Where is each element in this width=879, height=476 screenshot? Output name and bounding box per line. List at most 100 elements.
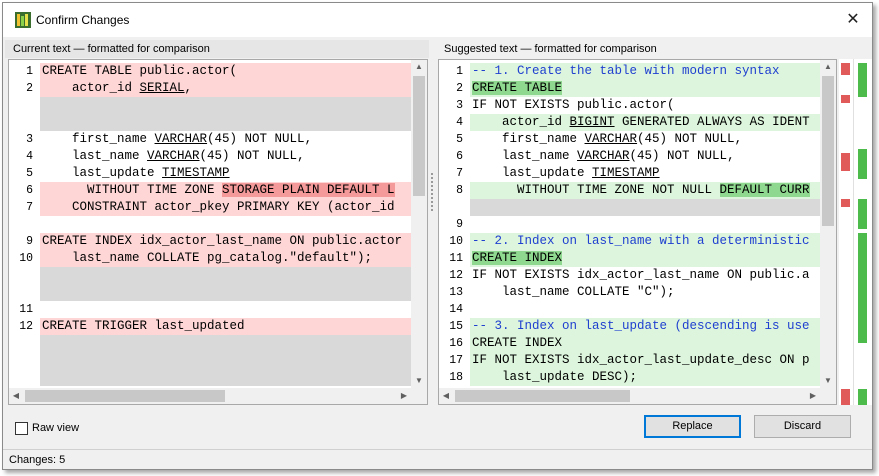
diff-overview-bar[interactable] [839,59,872,405]
diff-marker-inserted[interactable] [858,233,867,343]
line-code[interactable] [470,216,820,233]
code-line: 15 -- 3. Index on last_update (descending… [439,318,820,335]
close-button[interactable]: ✕ [838,7,868,33]
confirm-changes-dialog: Confirm Changes ✕ Current text — formatt… [2,2,873,470]
diff-marker-inserted[interactable] [858,149,867,179]
line-code[interactable]: last_name COLLATE pg_catalog."default"); [40,250,411,267]
current-horizontal-scrollbar[interactable]: ◀ ▶ [9,388,411,404]
scroll-right-icon[interactable]: ▶ [806,388,820,404]
diff-marker-deleted[interactable] [841,95,850,103]
pane-splitter[interactable] [429,171,435,281]
line-number: 1 [9,63,39,80]
title-bar: Confirm Changes ✕ [3,3,872,37]
scroll-corner [411,388,427,404]
line-code[interactable]: CREATE INDEX [470,335,820,352]
code-line: 13 last_name COLLATE "C"); [439,284,820,301]
line-code[interactable]: CREATE INDEX [470,250,820,267]
code-line: 11 [9,301,411,318]
scroll-up-icon[interactable]: ▲ [411,60,427,74]
raw-view-checkbox[interactable] [15,421,28,435]
line-code[interactable]: actor_id SERIAL, [40,80,411,97]
scroll-thumb[interactable] [455,390,630,402]
line-number: 10 [9,250,39,267]
scroll-thumb[interactable] [822,76,834,226]
line-code[interactable]: IF NOT EXISTS idx_actor_last_update_desc… [470,352,820,369]
diff-marker-deleted[interactable] [841,389,850,405]
scroll-left-icon[interactable]: ◀ [439,388,453,404]
line-code[interactable]: CREATE TABLE [470,80,820,97]
suggested-horizontal-scrollbar[interactable]: ◀ ▶ [439,388,820,404]
code-line: 2 CREATE TABLE [439,80,820,97]
line-code[interactable]: -- 3. Index on last_update (descending i… [470,318,820,335]
line-code[interactable]: -- 1. Create the table with modern synta… [470,63,820,80]
line-number: 13 [439,284,469,301]
code-segment: , [184,81,193,95]
line-code[interactable] [470,301,820,318]
line-number [9,216,39,233]
scroll-down-icon[interactable]: ▼ [820,374,836,388]
diff-marker-inserted[interactable] [858,63,867,97]
line-code[interactable]: first_name VARCHAR(45) NOT NULL, [470,131,820,148]
code-segment: GENERATED ALWAYS AS IDENT [614,115,810,129]
line-code[interactable]: WITHOUT TIME ZONE STORAGE PLAIN DEFAULT … [40,182,411,199]
replace-button[interactable]: Replace [644,415,741,438]
line-code[interactable]: CREATE INDEX idx_actor_last_name ON publ… [40,233,411,250]
line-number: 7 [9,199,39,216]
diff-marker-inserted[interactable] [858,389,867,405]
scroll-up-icon[interactable]: ▲ [820,60,836,74]
suggested-text-editor[interactable]: 1 -- 1. Create the table with modern synt… [438,59,837,405]
code-line [9,97,411,114]
code-segment: last_update DESC); [472,370,638,384]
line-code[interactable]: last_name VARCHAR(45) NOT NULL, [40,148,411,165]
suggested-vertical-scrollbar[interactable]: ▲ ▼ [820,60,836,388]
line-code[interactable]: last_update TIMESTAMP [470,165,820,182]
line-code[interactable]: last_name COLLATE "C"); [470,284,820,301]
line-code[interactable] [40,352,411,369]
line-code[interactable]: actor_id BIGINT GENERATED ALWAYS AS IDEN… [470,114,820,131]
line-code[interactable] [40,97,411,114]
code-line: 4 actor_id BIGINT GENERATED ALWAYS AS ID… [439,114,820,131]
line-code[interactable]: last_update TIMESTAMP [40,165,411,182]
line-code[interactable]: last_update DESC); [470,369,820,386]
raw-view-toggle[interactable]: Raw view [15,420,79,436]
line-code[interactable]: CREATE TABLE public.actor( [40,63,411,80]
line-number: 8 [439,182,469,199]
line-code[interactable] [40,114,411,131]
line-code[interactable]: IF NOT EXISTS public.actor( [470,97,820,114]
code-line: 3 IF NOT EXISTS public.actor( [439,97,820,114]
line-code[interactable]: CREATE TRIGGER last_updated [40,318,411,335]
line-code[interactable] [40,284,411,301]
overview-separator [853,59,854,405]
scroll-down-icon[interactable]: ▼ [411,374,427,388]
code-segment: last_update [42,166,163,180]
line-code[interactable]: first_name VARCHAR(45) NOT NULL, [40,131,411,148]
line-code[interactable]: IF NOT EXISTS idx_actor_last_name ON pub… [470,267,820,284]
line-code[interactable]: CONSTRAINT actor_pkey PRIMARY KEY (actor… [40,199,411,216]
discard-button[interactable]: Discard [754,415,851,438]
line-code[interactable]: WITHOUT TIME ZONE NOT NULL DEFAULT CURR [470,182,820,199]
app-icon [15,12,31,28]
line-code[interactable]: last_name VARCHAR(45) NOT NULL, [470,148,820,165]
code-segment: IF NOT EXISTS public.actor( [472,98,675,112]
diff-marker-deleted[interactable] [841,153,850,171]
status-bar: Changes: 5 [3,449,872,469]
line-code[interactable] [40,335,411,352]
line-code[interactable] [40,216,411,233]
line-number: 9 [9,233,39,250]
line-code[interactable] [40,267,411,284]
line-code[interactable] [40,301,411,318]
diff-marker-deleted[interactable] [841,63,850,75]
code-line [439,199,820,216]
current-text-editor[interactable]: 1 CREATE TABLE public.actor(2 actor_id SE… [8,59,428,405]
current-vertical-scrollbar[interactable]: ▲ ▼ [411,60,427,388]
scroll-left-icon[interactable]: ◀ [9,388,23,404]
line-code[interactable] [470,199,820,216]
diff-marker-deleted[interactable] [841,199,850,207]
scroll-thumb[interactable] [25,390,225,402]
scroll-thumb[interactable] [413,76,425,196]
line-code[interactable]: -- 2. Index on last_name with a determin… [470,233,820,250]
scroll-corner [820,388,836,404]
diff-marker-inserted[interactable] [858,199,867,229]
scroll-right-icon[interactable]: ▶ [397,388,411,404]
line-code[interactable] [40,369,411,386]
